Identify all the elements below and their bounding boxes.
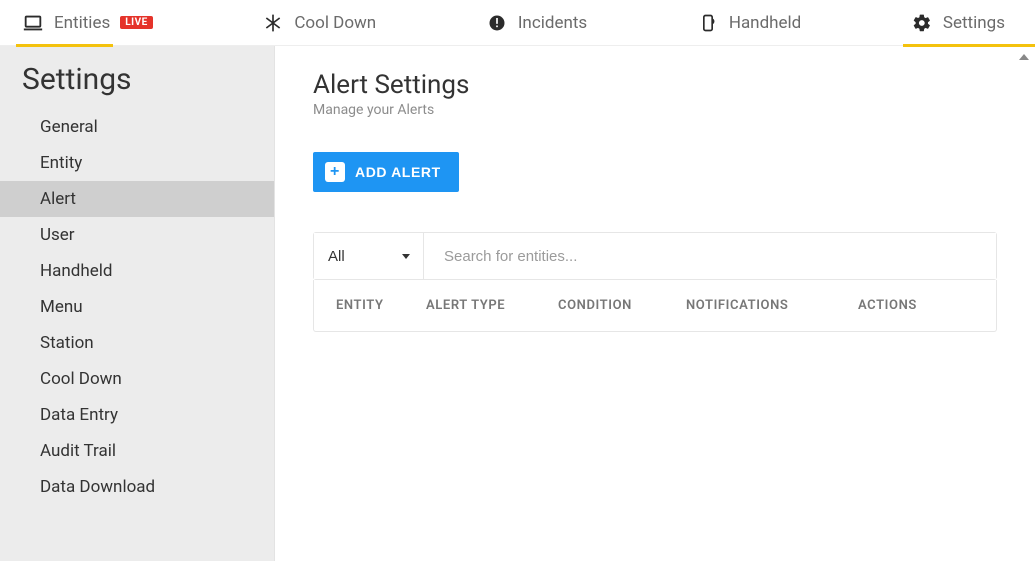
laptop-icon [22,12,44,34]
nav-settings[interactable]: Settings [911,0,1005,46]
nav-entities-label: Entities [54,13,110,33]
col-actions: ACTIONS [858,298,974,313]
sidebar-item-datadownload[interactable]: Data Download [0,469,274,505]
alert-circle-icon [486,12,508,34]
gear-icon [911,12,933,34]
plus-icon: + [325,162,345,182]
add-alert-label: ADD ALERT [355,164,441,180]
sidebar-item-handheld[interactable]: Handheld [0,253,274,289]
col-alert-type: ALERT TYPE [426,298,558,313]
snowflake-icon [262,12,284,34]
top-nav: Entities LIVE Cool Down Incidents Han [0,0,1035,46]
add-alert-button[interactable]: + ADD ALERT [313,152,459,192]
sidebar-item-cooldown[interactable]: Cool Down [0,361,274,397]
col-entity: ENTITY [336,298,426,313]
sidebar-item-alert[interactable]: Alert [0,181,274,217]
filter-select[interactable]: All [314,233,424,279]
nav-handheld-label: Handheld [729,13,801,33]
handheld-icon [697,12,719,34]
nav-cooldown[interactable]: Cool Down [262,0,376,46]
nav-incidents-label: Incidents [518,13,587,33]
sidebar-item-dataentry[interactable]: Data Entry [0,397,274,433]
search-input[interactable] [424,233,996,279]
col-condition: CONDITION [558,298,686,313]
alerts-table: ENTITY ALERT TYPE CONDITION NOTIFICATION… [313,280,997,332]
sidebar-item-audittrail[interactable]: Audit Trail [0,433,274,469]
table-header: ENTITY ALERT TYPE CONDITION NOTIFICATION… [314,280,996,331]
live-badge: LIVE [120,16,153,29]
sidebar-item-user[interactable]: User [0,217,274,253]
col-notifications: NOTIFICATIONS [686,298,858,313]
page-subtitle: Manage your Alerts [313,102,997,118]
filter-bar: All [313,232,997,280]
nav-incidents[interactable]: Incidents [486,0,587,46]
nav-handheld[interactable]: Handheld [697,0,801,46]
page-title: Alert Settings [313,70,997,100]
settings-sidebar: Settings General Entity Alert User Handh… [0,46,275,561]
nav-cooldown-label: Cool Down [294,13,376,33]
nav-settings-label: Settings [943,13,1005,33]
nav-entities[interactable]: Entities LIVE [22,0,153,46]
sidebar-item-entity[interactable]: Entity [0,145,274,181]
sidebar-title: Settings [0,56,274,109]
sidebar-item-general[interactable]: General [0,109,274,145]
sidebar-item-station[interactable]: Station [0,325,274,361]
scroll-up-icon[interactable] [1017,50,1031,64]
main-content: Alert Settings Manage your Alerts + ADD … [275,46,1035,561]
sidebar-item-menu[interactable]: Menu [0,289,274,325]
